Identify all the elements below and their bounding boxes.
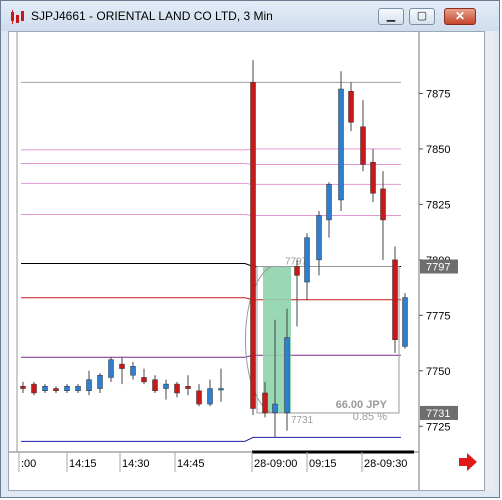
measure-change: 66.00 JPY	[336, 399, 388, 411]
candle-down	[294, 266, 300, 276]
candle-down	[380, 188, 386, 221]
maximize-icon: ▢	[416, 10, 428, 22]
price-label: 7797	[426, 262, 450, 274]
candle-up	[42, 386, 48, 392]
app-chart-icon	[11, 10, 24, 24]
y-tick-label: 7775	[426, 310, 450, 322]
candle-up	[130, 366, 136, 376]
candle-down	[20, 386, 26, 389]
measure-bottom-value: 7731	[291, 415, 314, 426]
candle-down	[196, 390, 202, 405]
x-tick-label: 14:15	[69, 458, 97, 470]
right-scrollbar[interactable]	[486, 31, 495, 491]
candle-up	[64, 386, 70, 392]
y-tick-label: 7725	[426, 421, 450, 433]
candle-up	[272, 403, 278, 414]
y-tick-label: 7875	[426, 88, 450, 100]
candle-down	[392, 259, 398, 340]
y-tick-label: 7850	[426, 144, 450, 156]
candle-up	[86, 379, 92, 392]
candle-up	[207, 388, 213, 405]
candle-down	[360, 126, 366, 165]
candle-down	[119, 363, 125, 369]
candle-up	[97, 374, 103, 389]
candle-down	[262, 392, 268, 414]
candle-down	[152, 379, 158, 392]
x-tick-label: 14:45	[177, 458, 205, 470]
candle-up	[284, 337, 290, 414]
y-tick-label: 7750	[426, 366, 450, 378]
candle-up	[75, 386, 81, 392]
candle-up	[304, 237, 310, 283]
candle-down	[53, 388, 59, 392]
maximize-button[interactable]: ▢	[409, 8, 435, 25]
candle-down	[174, 383, 180, 394]
candle-up	[108, 359, 114, 378]
candle-up	[326, 184, 332, 221]
chart-window: SJPJ4661 - ORIENTAL LAND CO LTD, 3 Min ▁…	[0, 0, 500, 498]
candle-down	[31, 383, 37, 394]
candle-down	[250, 82, 256, 409]
candle-down	[370, 161, 376, 194]
x-tick-label: 09:15	[309, 458, 337, 470]
minimize-icon: ▁	[386, 10, 396, 22]
x-tick-label: :00	[21, 458, 36, 470]
y-tick-label: 7825	[426, 199, 450, 211]
x-tick-label: 28-09:00	[254, 458, 297, 470]
chart-area[interactable]: 7797773166.00 JPY0.85 % 7875785078257800…	[8, 31, 485, 491]
price-label: 7731	[426, 408, 450, 420]
candle-up	[402, 297, 408, 347]
candle-down	[141, 377, 147, 383]
title-bar[interactable]: SJPJ4661 - ORIENTAL LAND CO LTD, 3 Min ▁…	[1, 1, 499, 31]
candle-up	[338, 88, 344, 201]
x-tick-label: 14:30	[122, 458, 150, 470]
x-tick-label: 28-09:30	[364, 458, 407, 470]
candle-up	[218, 388, 224, 391]
measure-percent: 0.85 %	[353, 411, 387, 423]
close-button[interactable]: ✕	[444, 8, 476, 25]
close-icon: ✕	[454, 9, 466, 23]
candle-down	[185, 386, 191, 389]
window-title: SJPJ4661 - ORIENTAL LAND CO LTD, 3 Min	[31, 9, 273, 23]
candle-up	[316, 215, 322, 261]
candle-up	[163, 383, 169, 389]
candle-down	[348, 90, 354, 123]
minimize-button[interactable]: ▁	[378, 8, 404, 25]
price-chart[interactable]: 7797773166.00 JPY0.85 % 7875785078257800…	[9, 32, 484, 490]
